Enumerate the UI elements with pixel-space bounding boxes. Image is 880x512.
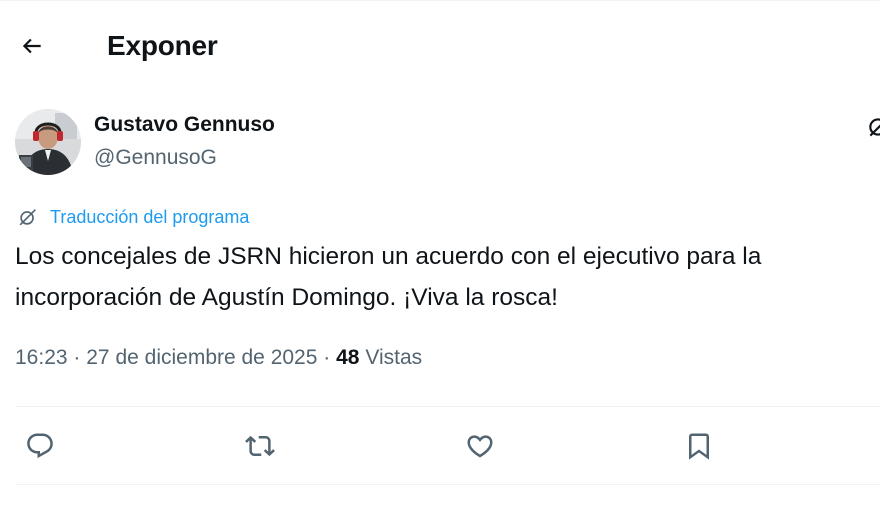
heart-icon [467,435,493,458]
retweet-icon [245,435,275,457]
globe-slash-icon [19,209,36,226]
translation-link[interactable]: Traducción del programa [17,205,249,229]
tweet-text-line: incorporación de Agustín Domingo. ¡Viva … [15,284,558,311]
reply-button[interactable] [18,424,62,468]
reply-icon [27,433,53,459]
tweet-text-line: Los concejales de JSRN hicieron un acuer… [15,243,762,270]
like-button[interactable] [458,424,502,468]
tweet-text: Los concejales de JSRN hicieron un acuer… [15,236,880,318]
divider [15,406,880,407]
avatar-photo [15,109,81,175]
avatar[interactable] [15,109,81,175]
arrow-left-icon [22,38,41,54]
page-title: Exponer [107,30,218,61]
retweet-button[interactable] [238,424,282,468]
translation-label: Traducción del programa [50,206,250,227]
back-button[interactable] [14,28,50,64]
author-handle[interactable]: @GennusoG [94,146,217,170]
page-header: Exponer [0,22,880,72]
grok-icon[interactable] [866,114,880,140]
tweet-metadata: 16:23 · 27 de diciembre de 2025 · 48 Vis… [15,346,422,370]
tweet-time[interactable]: 16:23 [15,346,68,369]
views-label[interactable]: Vistas [365,346,422,369]
views-count: 48 [336,346,360,369]
divider [15,484,880,485]
bookmark-icon [689,433,709,460]
bookmark-button[interactable] [677,424,721,468]
meta-separator: · [323,346,331,369]
meta-separator: · [73,346,81,369]
top-divider [0,0,880,1]
tweet-date[interactable]: 27 de diciembre de 2025 [86,346,317,369]
author-display-name[interactable]: Gustavo Gennuso [94,113,275,137]
